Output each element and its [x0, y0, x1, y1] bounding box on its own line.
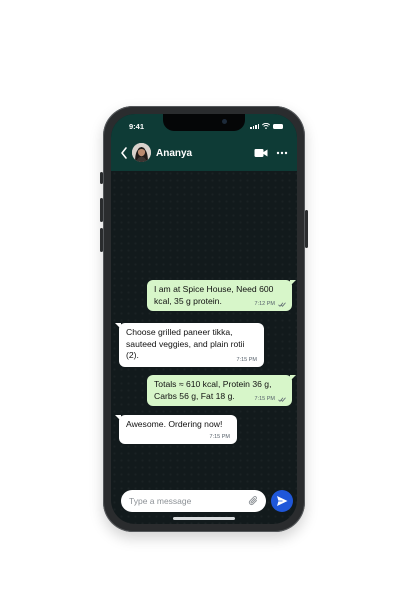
- video-camera-icon[interactable]: [254, 148, 268, 158]
- double-check-icon: [278, 302, 286, 307]
- volume-up-button: [100, 198, 103, 222]
- message-meta: 7:15 PM: [237, 357, 257, 364]
- message-input[interactable]: [129, 494, 241, 508]
- message-text: Awesome. Ordering now!: [126, 419, 223, 429]
- wifi-icon: [262, 123, 270, 129]
- message-incoming[interactable]: Choose grilled paneer tikka, sauteed veg…: [115, 323, 264, 367]
- more-horizontal-icon[interactable]: [276, 149, 288, 157]
- message-time: 7:15 PM: [254, 396, 275, 402]
- send-icon: [277, 496, 288, 506]
- message-time: 7:12 PM: [254, 301, 275, 307]
- battery-icon: [273, 124, 283, 129]
- volume-down-button: [100, 228, 103, 252]
- message-meta: 7:15 PM: [255, 396, 286, 403]
- page: 9:41 Ananya I am at Spice House, Need 60…: [0, 0, 408, 612]
- paperclip-icon[interactable]: [248, 495, 259, 507]
- notch: [163, 114, 245, 131]
- cellular-signal-icon: [250, 124, 259, 129]
- message-meta: 7:15 PM: [210, 434, 230, 441]
- status-time: 9:41: [129, 122, 145, 131]
- message-incoming[interactable]: Awesome. Ordering now! 7:15 PM: [115, 415, 237, 444]
- message-input-bar[interactable]: [121, 490, 266, 512]
- chat-screen: 9:41 Ananya I am at Spice House, Need 60…: [111, 114, 297, 524]
- message-meta: 7:12 PM: [255, 301, 286, 308]
- double-check-icon: [278, 397, 286, 402]
- send-button[interactable]: [271, 490, 293, 512]
- contact-name[interactable]: Ananya: [156, 148, 192, 159]
- nav-row: Ananya: [111, 140, 297, 166]
- home-indicator: [173, 517, 235, 520]
- silent-switch: [100, 172, 103, 184]
- message-outgoing[interactable]: I am at Spice House, Need 600 kcal, 35 g…: [147, 280, 296, 311]
- power-button: [305, 210, 308, 248]
- phone-frame: 9:41 Ananya I am at Spice House, Need 60…: [100, 106, 308, 532]
- chevron-left-icon[interactable]: [119, 145, 129, 161]
- status-icons: [250, 123, 283, 129]
- message-time: 7:15 PM: [209, 434, 230, 440]
- message-outgoing[interactable]: Totals ≈ 610 kcal, Protein 36 g, Carbs 5…: [147, 375, 296, 406]
- avatar[interactable]: [132, 143, 151, 162]
- message-time: 7:15 PM: [236, 357, 257, 363]
